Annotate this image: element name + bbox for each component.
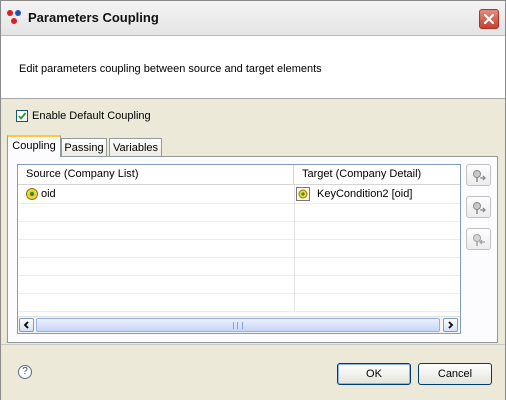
- checkmark-icon: [18, 112, 27, 120]
- edit-coupling-button[interactable]: [466, 196, 491, 218]
- table-row: [18, 239, 460, 258]
- dialog-window: Parameters Coupling Edit parameters coup…: [0, 0, 506, 400]
- help-icon[interactable]: ?: [18, 365, 32, 379]
- arrow-right-icon: [448, 321, 454, 329]
- table-row: [18, 293, 460, 312]
- parameter-icon: [26, 188, 38, 200]
- source-value: oid: [41, 188, 56, 200]
- arrow-left-icon: [23, 321, 29, 329]
- coupling-tab-panel: Source (Company List) Target (Company De…: [7, 156, 498, 343]
- dialog-description: Edit parameters coupling between source …: [19, 63, 322, 75]
- add-coupling-button[interactable]: [466, 164, 491, 186]
- cancel-button[interactable]: Cancel: [418, 363, 492, 385]
- edit-coupling-icon: [473, 202, 486, 214]
- add-coupling-icon: [473, 170, 486, 182]
- enable-default-coupling-label: Enable Default Coupling: [32, 110, 151, 122]
- coupling-table[interactable]: Source (Company List) Target (Company De…: [17, 164, 461, 334]
- table-row: [18, 275, 460, 294]
- key-condition-icon: [296, 187, 310, 201]
- ok-button[interactable]: OK: [337, 363, 411, 385]
- table-row: [18, 221, 460, 240]
- table-row: [18, 257, 460, 276]
- dialog-title: Parameters Coupling: [28, 10, 159, 25]
- target-cell[interactable]: KeyCondition2 [oid]: [294, 185, 460, 203]
- dialog-header: Edit parameters coupling between source …: [1, 36, 505, 99]
- enable-default-coupling-checkbox[interactable]: [16, 110, 28, 122]
- horizontal-scrollbar[interactable]: [18, 316, 460, 333]
- column-header-target[interactable]: Target (Company Detail): [294, 165, 460, 184]
- title-bar[interactable]: Parameters Coupling: [1, 1, 505, 36]
- dialog-footer: ? OK Cancel: [1, 344, 505, 400]
- tab-coupling[interactable]: Coupling: [7, 135, 61, 157]
- scroll-right-button[interactable]: [443, 318, 458, 332]
- app-icon: [7, 10, 23, 26]
- grip-icon: [233, 322, 243, 329]
- target-value: KeyCondition2 [oid]: [317, 188, 413, 200]
- table-row: [18, 203, 460, 222]
- scroll-thumb[interactable]: [36, 318, 440, 332]
- column-header-source[interactable]: Source (Company List): [18, 165, 294, 184]
- close-button[interactable]: [479, 9, 499, 29]
- table-header: Source (Company List) Target (Company De…: [18, 165, 460, 185]
- remove-coupling-button[interactable]: [466, 228, 491, 250]
- source-cell[interactable]: oid: [18, 185, 295, 203]
- table-row[interactable]: oid KeyCondition2 [oid]: [18, 185, 460, 204]
- tab-passing[interactable]: Passing: [61, 138, 107, 156]
- scroll-left-button[interactable]: [19, 318, 34, 332]
- tab-variables[interactable]: Variables: [109, 138, 162, 156]
- remove-coupling-icon: [473, 234, 485, 246]
- close-icon: [483, 13, 495, 25]
